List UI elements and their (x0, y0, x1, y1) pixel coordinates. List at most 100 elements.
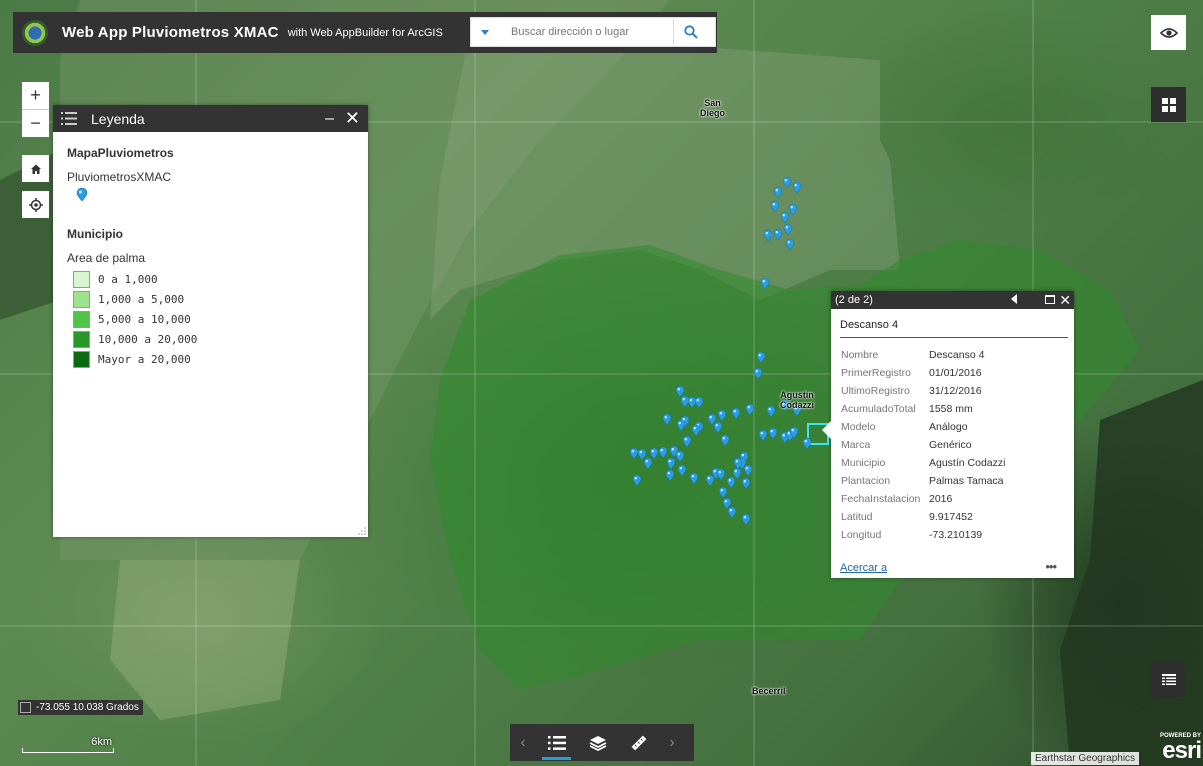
home-button[interactable] (22, 155, 49, 182)
map-attribution: Earthstar Geographics (1031, 752, 1140, 765)
popup-header: (2 de 2) ✕ (831, 291, 1074, 309)
popup-attribute-row: UltimoRegistro 31/12/2016 (841, 382, 1074, 400)
legend-class-label: 0 a 1,000 (98, 272, 158, 286)
attribute-key: Marca (841, 439, 871, 451)
table-icon (1161, 673, 1176, 686)
legend-class-label: 5,000 a 10,000 (98, 312, 191, 326)
search-source-dropdown[interactable] (471, 18, 499, 46)
attribute-table-button[interactable] (1151, 662, 1186, 697)
popup-attribute-row: Municipio Agustín Codazzi (841, 454, 1074, 472)
locate-icon (28, 197, 43, 212)
grid-icon (1161, 97, 1176, 112)
legend-class-row: 10,000 a 20,000 (73, 329, 354, 349)
zoom-out-button[interactable]: − (22, 109, 49, 136)
eye-icon (1159, 27, 1178, 38)
popup-title: Descanso 4 (840, 319, 1068, 338)
popup-pointer (822, 421, 831, 439)
attribute-value: Genérico (929, 439, 972, 451)
locate-button[interactable] (22, 191, 49, 218)
esri-logo: POWERED BY esri (1143, 733, 1202, 764)
layers-icon (589, 735, 606, 751)
popup-attribute-table: Nombre Descanso 4 PrimerRegistro 01/01/2016… (841, 346, 1074, 544)
place-label-becerril: Becerril (752, 686, 786, 696)
search-icon (683, 25, 698, 39)
legend-sublayer-label: Area de palma (67, 251, 146, 265)
coordinate-text: -73.055 10.038 Grados (36, 702, 139, 713)
legend-class-row: 0 a 1,000 (73, 269, 354, 289)
legend-layer-title: MapaPluviometros (67, 146, 174, 160)
popup-attribute-row: Plantacion Palmas Tamaca (841, 472, 1074, 490)
legend-header: Leyenda – ✕ (53, 105, 368, 132)
popup-attribute-row: Marca Genérico (841, 436, 1074, 454)
crosshair-icon[interactable] (20, 702, 31, 713)
list-icon (547, 735, 566, 750)
home-icon (30, 164, 41, 174)
coordinate-readout: -73.055 10.038 Grados (18, 700, 143, 715)
attribute-key: Modelo (841, 421, 876, 433)
attribute-value: Análogo (929, 421, 968, 433)
visibility-button[interactable] (1151, 15, 1186, 50)
legend-class-label: 10,000 a 20,000 (98, 332, 198, 346)
zoom-in-button[interactable]: + (22, 82, 49, 109)
attribute-key: FechaInstalacion (841, 493, 921, 505)
app-header: Web App Pluviometros XMAC with Web AppBu… (13, 12, 717, 53)
attribute-value: Agustín Codazzi (929, 457, 1006, 469)
ruler-icon (631, 735, 646, 750)
scale-bar-line (22, 748, 114, 753)
legend-swatch (73, 330, 90, 348)
legend-swatch (73, 310, 90, 328)
search-input[interactable] (499, 19, 673, 45)
attribute-value: Palmas Tamaca (929, 475, 1004, 487)
place-label-san-diego: San Diego (700, 98, 726, 118)
popup-attribute-row: Modelo Análogo (841, 418, 1074, 436)
resize-handle-icon[interactable] (358, 527, 366, 535)
search-button[interactable] (673, 19, 707, 45)
popup-more-button[interactable]: ••• (1045, 559, 1057, 574)
esri-name: esri (1162, 737, 1202, 764)
legend-class-row: Mayor a 20,000 (73, 349, 354, 369)
popup-maximize-button[interactable] (1045, 295, 1055, 304)
popup-previous-button[interactable] (1011, 294, 1017, 304)
attribute-value: 31/12/2016 (929, 385, 982, 397)
legend-close-button[interactable]: ✕ (345, 108, 360, 129)
zoom-to-link[interactable]: Acercar a (840, 562, 887, 574)
attribute-value: Descanso 4 (929, 349, 985, 361)
attribute-key: Longitud (841, 529, 882, 541)
scale-bar: 6km (22, 736, 114, 753)
scale-label: 6km (91, 736, 112, 748)
attribute-value: 2016 (929, 493, 953, 505)
attribute-value: -73.210139 (929, 529, 983, 541)
popup-feature-count: (2 de 2) (835, 294, 873, 306)
legend-swatch (73, 290, 90, 308)
attribute-value: 1558 mm (929, 403, 973, 415)
popup-close-button[interactable]: ✕ (1059, 292, 1071, 309)
legend-class-row: 1,000 a 5,000 (73, 289, 354, 309)
legend-panel: Leyenda – ✕ MapaPluviometros Pluviometro… (53, 105, 368, 537)
legend-tool-button[interactable] (536, 724, 577, 761)
app-title: Web App Pluviometros XMAC (62, 24, 279, 41)
widget-launcher-button[interactable] (1151, 87, 1186, 122)
attribute-key: Municipio (841, 457, 886, 469)
popup-attribute-row: AcumuladoTotal 1558 mm (841, 400, 1074, 418)
legend-sublayer-label: PluviometrosXMAC (67, 170, 172, 184)
zoom-control: + − (22, 82, 49, 137)
attribute-key: UltimoRegistro (841, 385, 910, 397)
popup-attribute-row: FechaInstalacion 2016 (841, 490, 1074, 508)
legend-list-icon (61, 112, 77, 125)
measure-tool-button[interactable] (618, 724, 659, 761)
toolbar-prev-button[interactable]: ‹ (510, 724, 536, 761)
legend-class-label: 1,000 a 5,000 (98, 292, 185, 306)
app-logo-icon (22, 19, 48, 46)
bottom-toolbar: ‹ › (510, 724, 694, 761)
attribute-key: Nombre (841, 349, 879, 361)
legend-class-row: 5,000 a 10,000 (73, 309, 354, 329)
layer-list-tool-button[interactable] (577, 724, 618, 761)
legend-title: Leyenda (91, 110, 145, 127)
toolbar-next-button[interactable]: › (659, 724, 685, 761)
legend-swatch (73, 270, 90, 288)
legend-class-label: Mayor a 20,000 (98, 352, 191, 366)
popup-attribute-row: Latitud 9.917452 (841, 508, 1074, 526)
feature-popup: (2 de 2) ✕ Descanso 4 Nombre Descanso 4 Pr… (822, 291, 1074, 578)
legend-minimize-button[interactable]: – (325, 110, 334, 128)
attribute-key: Plantacion (841, 475, 891, 487)
